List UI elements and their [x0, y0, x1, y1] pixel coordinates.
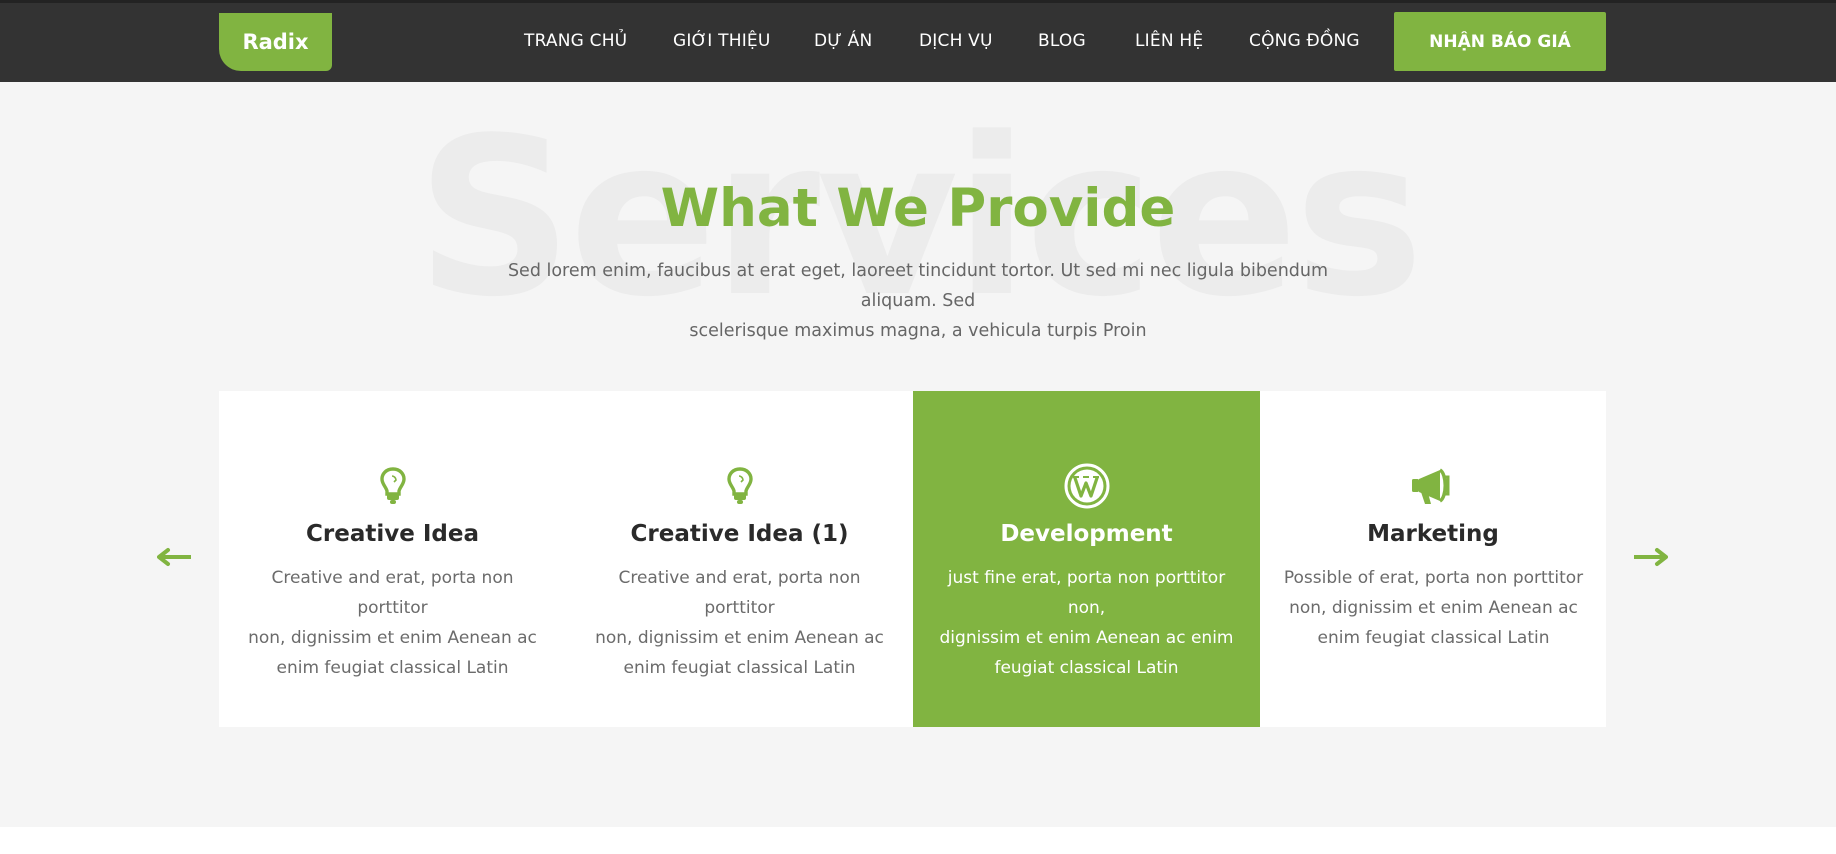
- service-card-description: Possible of erat, porta non porttitor no…: [1278, 563, 1589, 653]
- nav-item-du-an[interactable]: DỰ ÁN: [814, 31, 872, 51]
- service-card-description: Creative and erat, porta non porttitor n…: [584, 563, 895, 683]
- subtitle-line-2: scelerisque maximus magna, a vehicula tu…: [689, 321, 1147, 341]
- lightbulb-icon: [566, 463, 913, 509]
- description-line: enim feugiat classical Latin: [1317, 628, 1550, 648]
- subtitle-line-1: Sed lorem enim, faucibus at erat eget, l…: [507, 261, 1329, 311]
- section-subtitle: Sed lorem enim, faucibus at erat eget, l…: [468, 256, 1368, 346]
- get-quote-label: NHẬN BÁO GIÁ: [1429, 31, 1571, 52]
- description-line: non, dignissim et enim Aenean ac: [595, 628, 884, 648]
- arrow-left-icon[interactable]: [157, 547, 193, 572]
- nav-item-blog[interactable]: BLOG: [1038, 31, 1086, 51]
- services-section: Services What We Provide Sed lorem enim,…: [0, 82, 1836, 827]
- nav-item-gioi-thieu[interactable]: GIỚI THIỆU: [673, 31, 771, 51]
- description-line: non, dignissim et enim Aenean ac: [248, 628, 537, 648]
- description-line: just fine erat, porta non porttitor non,: [947, 568, 1226, 618]
- service-card-creative-idea-1[interactable]: Creative Idea (1) Creative and erat, por…: [566, 391, 913, 727]
- service-card-title: Creative Idea: [306, 521, 479, 547]
- section-heading: What We Provide: [660, 178, 1176, 239]
- description-line: dignissim et enim Aenean ac enim: [939, 628, 1234, 648]
- description-line: Creative and erat, porta non porttitor: [271, 568, 514, 618]
- service-card-title: Development: [1000, 521, 1173, 547]
- description-line: Possible of erat, porta non porttitor: [1283, 568, 1584, 588]
- wordpress-icon: [913, 463, 1260, 509]
- get-quote-button[interactable]: NHẬN BÁO GIÁ: [1394, 12, 1606, 71]
- nav-item-cong-dong[interactable]: CỘNG ĐỒNG: [1249, 31, 1360, 51]
- service-card-marketing[interactable]: Marketing Possible of erat, porta non po…: [1260, 391, 1606, 727]
- nav-item-dich-vu[interactable]: DỊCH VỤ: [919, 31, 993, 51]
- lightbulb-icon: [219, 463, 566, 509]
- nav-item-trang-chu[interactable]: TRANG CHỦ: [524, 31, 627, 51]
- service-card-creative-idea[interactable]: Creative Idea Creative and erat, porta n…: [219, 391, 566, 727]
- service-card-development[interactable]: Development just fine erat, porta non po…: [913, 391, 1260, 727]
- arrow-right-icon[interactable]: [1632, 547, 1668, 572]
- description-line: Creative and erat, porta non porttitor: [618, 568, 861, 618]
- service-card-title: Marketing: [1367, 521, 1499, 547]
- services-carousel: Creative Idea Creative and erat, porta n…: [219, 391, 1606, 727]
- description-line: non, dignissim et enim Aenean ac: [1289, 598, 1578, 618]
- nav-item-lien-he[interactable]: LIÊN HỆ: [1135, 31, 1203, 51]
- next-section-start: [0, 827, 1836, 854]
- service-card-description: just fine erat, porta non porttitor non,…: [931, 563, 1242, 683]
- service-card-title: Creative Idea (1): [630, 521, 849, 547]
- description-line: feugiat classical Latin: [994, 658, 1179, 678]
- service-card-description: Creative and erat, porta non porttitor n…: [237, 563, 548, 683]
- top-navigation-bar: Radix TRANG CHỦ GIỚI THIỆU DỰ ÁN DỊCH VỤ…: [0, 0, 1836, 82]
- megaphone-icon: [1260, 463, 1606, 509]
- description-line: enim feugiat classical Latin: [276, 658, 509, 678]
- description-line: enim feugiat classical Latin: [623, 658, 856, 678]
